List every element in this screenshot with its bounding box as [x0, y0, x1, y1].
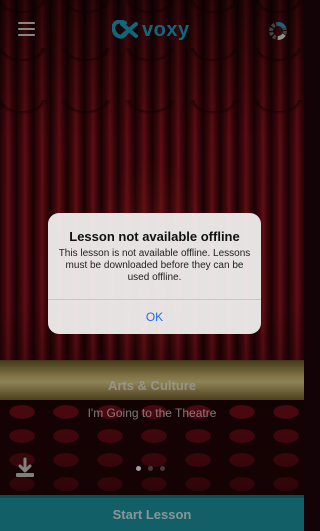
alert-message: This lesson is not available offline. Le…	[58, 248, 251, 283]
offline-alert-dialog: Lesson not available offline This lesson…	[48, 213, 261, 334]
modal-overlay: Lesson not available offline This lesson…	[0, 0, 304, 531]
alert-title: Lesson not available offline	[69, 229, 240, 244]
alert-ok-button[interactable]: OK	[48, 300, 261, 334]
